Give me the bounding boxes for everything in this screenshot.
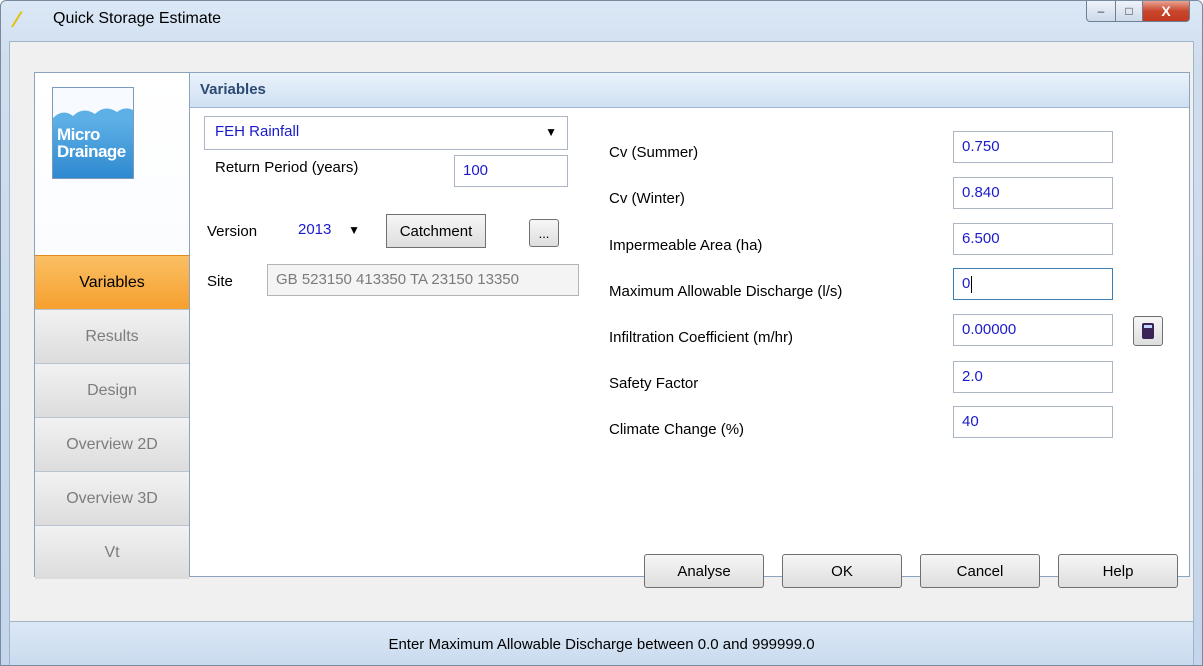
panel-title: Variables <box>200 81 266 98</box>
cv-summer-input[interactable]: 0.750 <box>953 131 1113 163</box>
window-controls: – □ X <box>1086 1 1190 22</box>
nav-item-overview-3d[interactable]: Overview 3D <box>35 471 189 525</box>
return-period-input[interactable]: 100 <box>454 155 568 187</box>
site-input[interactable]: GB 523150 413350 TA 23150 13350 <box>267 264 579 296</box>
max-discharge-value: 0 <box>962 275 971 292</box>
browse-button[interactable]: ... <box>529 219 559 247</box>
panel-header: Variables <box>190 73 1189 108</box>
safety-factor-input[interactable]: 2.0 <box>953 361 1113 393</box>
version-selected: 2013 <box>298 221 332 238</box>
rainfall-selected: FEH Rainfall <box>215 123 300 140</box>
main-area: Micro Drainage Variables Results Design … <box>34 72 1190 579</box>
max-discharge-label: Maximum Allowable Discharge (l/s) <box>609 283 843 300</box>
logo-line1: Micro <box>57 125 100 144</box>
calculator-button[interactable] <box>1133 316 1163 346</box>
impermeable-area-input[interactable]: 6.500 <box>953 223 1113 255</box>
infiltration-input[interactable]: 0.00000 <box>953 314 1113 346</box>
climate-change-input[interactable]: 40 <box>953 406 1113 438</box>
dialog-content: Micro Drainage Variables Results Design … <box>9 41 1194 665</box>
window-title: Quick Storage Estimate <box>53 10 222 27</box>
site-label: Site <box>207 273 233 290</box>
ok-button[interactable]: OK <box>782 554 902 588</box>
chevron-down-icon: ▼ <box>545 125 557 139</box>
catchment-button[interactable]: Catchment <box>386 214 486 248</box>
title-bar[interactable]: ⁄ Quick Storage Estimate – □ X <box>1 1 1202 41</box>
navigation-sidebar: Micro Drainage Variables Results Design … <box>35 73 190 579</box>
safety-factor-label: Safety Factor <box>609 375 699 392</box>
nav-item-design[interactable]: Design <box>35 363 189 417</box>
nav-item-vt[interactable]: Vt <box>35 525 189 579</box>
analyse-button[interactable]: Analyse <box>644 554 764 588</box>
cv-summer-label: Cv (Summer) <box>609 144 699 161</box>
dialog-window: ⁄ Quick Storage Estimate – □ X Micro Dra… <box>0 0 1203 666</box>
status-text: Enter Maximum Allowable Discharge betwee… <box>388 636 815 653</box>
pencil-icon: ⁄ <box>15 7 19 32</box>
minimize-button[interactable]: – <box>1086 1 1116 22</box>
chevron-down-icon: ▼ <box>348 223 360 237</box>
calculator-icon <box>1142 323 1154 339</box>
logo-text: Micro Drainage <box>57 126 126 160</box>
nav-item-overview-2d[interactable]: Overview 2D <box>35 417 189 471</box>
climate-change-label: Climate Change (%) <box>609 421 745 438</box>
return-period-label: Return Period (years) <box>215 159 359 176</box>
cv-winter-label: Cv (Winter) <box>609 190 685 207</box>
cancel-button[interactable]: Cancel <box>920 554 1040 588</box>
nav-item-variables[interactable]: Variables <box>35 255 189 309</box>
cv-winter-input[interactable]: 0.840 <box>953 177 1113 209</box>
max-discharge-input[interactable]: 0 <box>953 268 1113 300</box>
close-icon: X <box>1161 3 1171 19</box>
logo-line2: Drainage <box>57 142 126 161</box>
version-dropdown[interactable]: 2013 ▼ <box>287 214 377 248</box>
status-bar: Enter Maximum Allowable Discharge betwee… <box>10 621 1193 665</box>
micro-drainage-logo: Micro Drainage <box>52 87 134 179</box>
version-label: Version <box>207 223 258 240</box>
impermeable-area-label: Impermeable Area (ha) <box>609 237 763 254</box>
maximize-button[interactable]: □ <box>1116 1 1143 22</box>
nav-item-results[interactable]: Results <box>35 309 189 363</box>
help-button[interactable]: Help <box>1058 554 1178 588</box>
infiltration-label: Infiltration Coefficient (m/hr) <box>609 329 793 346</box>
close-button[interactable]: X <box>1143 1 1190 22</box>
text-caret <box>971 275 973 293</box>
maximize-icon: □ <box>1125 4 1133 18</box>
rainfall-dropdown[interactable]: FEH Rainfall ▼ <box>204 116 568 150</box>
variables-panel: Variables FEH Rainfall ▼ Return Period (… <box>190 73 1189 576</box>
minimize-icon: – <box>1097 4 1105 18</box>
